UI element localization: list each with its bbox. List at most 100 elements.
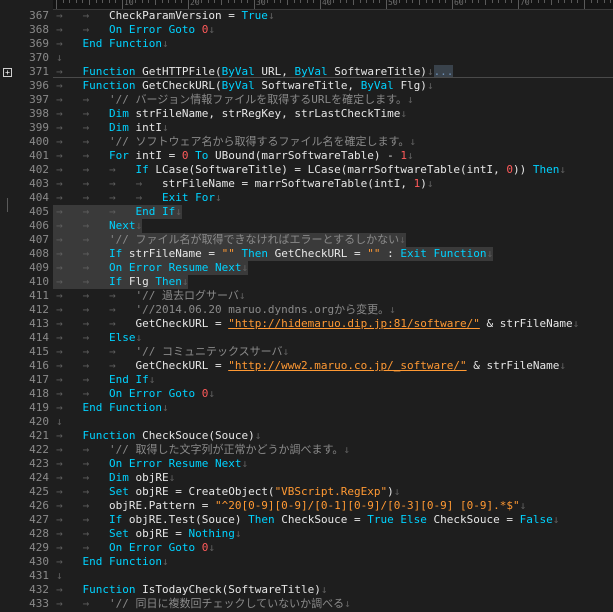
- code-row[interactable]: 398 → → Dim strFileName, strRegKey, strLa…: [0, 107, 613, 121]
- code-line[interactable]: → → On Error Resume Next↓: [53, 261, 249, 275]
- code-text: ): [420, 177, 427, 190]
- code-row[interactable]: 399 → → Dim intI↓: [0, 121, 613, 135]
- code-line[interactable]: → Function GetCheckURL(ByVal SoftwareTit…: [53, 79, 434, 93]
- code-line[interactable]: → → '// 取得した文字列が正常かどうか調べます。↓: [53, 443, 350, 457]
- code-row[interactable]: 409 → → On Error Resume Next↓: [0, 261, 613, 275]
- code-row[interactable]: 427 → → If objRE.Test(Souce) Then CheckSo…: [0, 513, 613, 527]
- code-row[interactable]: 429 → → On Error Goto 0↓: [0, 541, 613, 555]
- code-row[interactable]: 367 → → CheckParamVersion = True↓: [0, 9, 613, 23]
- code-line[interactable]: → → On Error Goto 0↓: [53, 23, 215, 37]
- code-row[interactable]: 397 → → '// バージョン情報ファイルを取得するURLを確定します。↓: [0, 93, 613, 107]
- code-row[interactable]: 418 → → On Error Goto 0↓: [0, 387, 613, 401]
- code-row[interactable]: 421 → Function CheckSouce(Souce)↓: [0, 429, 613, 443]
- code-line[interactable]: → → End If↓: [53, 373, 155, 387]
- code-line[interactable]: → → On Error Resume Next↓: [53, 457, 248, 471]
- code-line[interactable]: → → → → strFileName = marrSoftwareTable(…: [53, 177, 434, 191]
- code-line[interactable]: → → If strFileName = "" Then GetCheckURL…: [53, 247, 494, 261]
- code-line[interactable]: → → On Error Goto 0↓: [53, 541, 215, 555]
- code-line[interactable]: → Function CheckSouce(Souce)↓: [53, 429, 261, 443]
- code-row[interactable]: 401 → → For intI = 0 To UBound(marrSoftwa…: [0, 149, 613, 163]
- tab-marker: → →: [56, 443, 109, 456]
- code-line[interactable]: → → If objRE.Test(Souce) Then CheckSouce…: [53, 513, 559, 527]
- code-row[interactable]: 433 → → '// 同日に複数回チェックしていないか調べる↓: [0, 597, 613, 611]
- code-row[interactable]: 424 → → Dim objRE↓: [0, 471, 613, 485]
- code-row[interactable]: 404 → → → → Exit For↓: [0, 191, 613, 205]
- code-line[interactable]: → → Dim objRE↓: [53, 471, 175, 485]
- code-row[interactable]: 396 → Function GetCheckURL(ByVal Software…: [0, 79, 613, 93]
- code-row[interactable]: 426 → → objRE.Pattern = "^20[0-9][0-9]/[0…: [0, 499, 613, 513]
- ruler-tick: [557, 0, 559, 3]
- line-end-marker: ↓: [572, 317, 580, 330]
- code-line[interactable]: → → CheckParamVersion = True↓: [53, 9, 275, 23]
- tab-marker: → → →: [56, 359, 136, 372]
- code-row[interactable]: 410 → → If Flg Then↓: [0, 275, 613, 289]
- code-line[interactable]: → Function IsTodayCheck(SoftwareTitle)↓: [53, 583, 328, 597]
- code-line[interactable]: → → For intI = 0 To UBound(marrSoftwareT…: [53, 149, 414, 163]
- ruler-tick: [412, 0, 414, 3]
- code-row[interactable]: 413 → → → GetCheckURL = "http://hidemaruo…: [0, 317, 613, 331]
- tab-marker: → →: [56, 121, 109, 134]
- code-line[interactable]: → → Set objRE = Nothing↓: [53, 527, 241, 541]
- code-line[interactable]: → End Function↓: [53, 555, 169, 569]
- code-line[interactable]: → End Function↓: [53, 401, 169, 415]
- code-row[interactable]: 416 → → → GetCheckURL = "http://www2.maru…: [0, 359, 613, 373]
- code-line[interactable]: → → → '//2014.06.20 maruo.dyndns.orgから変更…: [53, 303, 396, 317]
- code-row[interactable]: 425 → → Set objRE = CreateObject("VBScrip…: [0, 485, 613, 499]
- code-row[interactable]: 370 ↓: [0, 51, 613, 65]
- code-row[interactable]: 405 → → → End If↓: [0, 205, 613, 219]
- code-line[interactable]: → → Next↓: [53, 219, 143, 233]
- code-line[interactable]: ↓: [53, 415, 63, 429]
- code-line[interactable]: ↓: [53, 569, 63, 583]
- code-row[interactable]: 420 ↓: [0, 415, 613, 429]
- code-line[interactable]: → → → '// 過去ログサーバ↓: [53, 289, 246, 303]
- code-row[interactable]: 368 → → On Error Goto 0↓: [0, 23, 613, 37]
- code-row[interactable]: 408 → → If strFileName = "" Then GetCheck…: [0, 247, 613, 261]
- code-row[interactable]: 428 → → Set objRE = Nothing↓: [0, 527, 613, 541]
- code-row[interactable]: 402 → → → If LCase(SoftwareTitle) = LCase…: [0, 163, 613, 177]
- code-row[interactable]: 412 → → → '//2014.06.20 maruo.dyndns.orgか…: [0, 303, 613, 317]
- code-row[interactable]: 400 → → '// ソフトウェア名から取得するファイル名を確定します。↓: [0, 135, 613, 149]
- code-row[interactable]: 369 → End Function↓: [0, 37, 613, 51]
- code-row[interactable]: 430 → End Function↓: [0, 555, 613, 569]
- code-line[interactable]: → → → GetCheckURL = "http://hidemaruo.di…: [53, 317, 579, 331]
- code-line[interactable]: ↓: [53, 51, 63, 65]
- code-line[interactable]: → End Function↓: [53, 37, 169, 51]
- code-line[interactable]: → → Dim strFileName, strRegKey, strLastC…: [53, 107, 407, 121]
- code-row[interactable]: 403 → → → → strFileName = marrSoftwareTab…: [0, 177, 613, 191]
- code-line[interactable]: → → → '// コミュニテックスサーバ↓: [53, 345, 289, 359]
- code-row[interactable]: 407 → → '// ファイル名が取得できなければエラーとするしかない↓: [0, 233, 613, 247]
- code-line[interactable]: → → '// 同日に複数回チェックしていないか調べる↓: [53, 597, 351, 611]
- code-line[interactable]: → → Else↓: [53, 331, 142, 345]
- tab-marker: → →: [56, 499, 109, 512]
- code-row[interactable]: 432 → Function IsTodayCheck(SoftwareTitle…: [0, 583, 613, 597]
- code-row[interactable]: 414 → → Else↓: [0, 331, 613, 345]
- fold-expand-icon[interactable]: +: [3, 68, 12, 77]
- code-row[interactable]: 422 → → '// 取得した文字列が正常かどうか調べます。↓: [0, 443, 613, 457]
- code-line[interactable]: → → → End If↓: [53, 205, 182, 219]
- code-text: Flg): [400, 79, 427, 92]
- code-line[interactable]: → → '// ソフトウェア名から取得するファイル名を確定します。↓: [53, 135, 416, 149]
- code-line[interactable]: → → Set objRE = CreateObject("VBScript.R…: [53, 485, 400, 499]
- code-line[interactable]: → → '// バージョン情報ファイルを取得するURLを確定します。↓: [53, 93, 414, 107]
- line-number: 406: [29, 219, 49, 232]
- ruler-tick: [141, 0, 143, 3]
- code-line[interactable]: → → If Flg Then↓: [53, 275, 189, 289]
- code-line[interactable]: → → Dim intI↓: [53, 121, 169, 135]
- code-row[interactable]: 417 → → End If↓: [0, 373, 613, 387]
- code-row[interactable]: 411 → → → '// 過去ログサーバ↓: [0, 289, 613, 303]
- code-line[interactable]: → → objRE.Pattern = "^20[0-9][0-9]/[0-1]…: [53, 499, 526, 513]
- code-line[interactable]: → → '// ファイル名が取得できなければエラーとするしかない↓: [53, 233, 406, 247]
- code-row[interactable]: 415 → → → '// コミュニテックスサーバ↓: [0, 345, 613, 359]
- code-row[interactable]: 423 → → On Error Resume Next↓: [0, 457, 613, 471]
- code-row[interactable]: 419 → End Function↓: [0, 401, 613, 415]
- code-line[interactable]: → → → If LCase(SoftwareTitle) = LCase(ma…: [53, 163, 566, 177]
- code-row[interactable]: 431 ↓: [0, 569, 613, 583]
- url-link[interactable]: "http://hidemaruo.dip.jp:81/software/": [228, 317, 480, 330]
- code-line[interactable]: → → → GetCheckURL = "http://www2.maruo.c…: [53, 359, 566, 373]
- code-line[interactable]: → → → → Exit For↓: [53, 191, 222, 205]
- code-text: Flg: [128, 275, 156, 288]
- url-link[interactable]: "http://www2.maruo.co.jp/_software/": [228, 359, 466, 372]
- code-editor[interactable]: 10 20 30 40 50 60 70 367 → → CheckParamVersion …: [0, 0, 613, 612]
- code-line[interactable]: → → On Error Goto 0↓: [53, 387, 215, 401]
- code-row[interactable]: 406 → → Next↓: [0, 219, 613, 233]
